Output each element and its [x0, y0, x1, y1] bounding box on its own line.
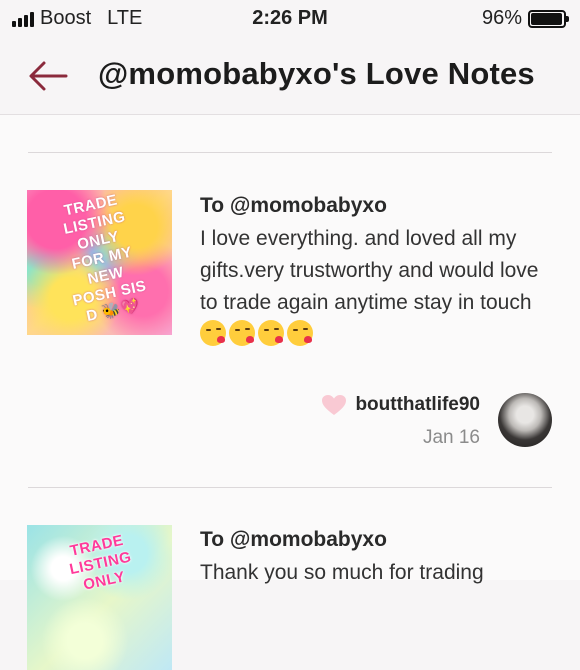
kiss-emoji-icon	[229, 320, 255, 346]
heart-icon	[322, 395, 347, 415]
note-recipient: To @momobabyxo	[200, 194, 387, 217]
note-date: Jan 16	[422, 427, 480, 448]
status-right: 96%	[481, 7, 569, 30]
note-text: I love everything. and loved all my gift…	[200, 227, 539, 314]
kiss-emoji-icon	[258, 320, 284, 346]
divider	[28, 487, 552, 488]
avatar[interactable]	[498, 393, 552, 447]
battery-percent: 96%	[481, 7, 522, 29]
note-body: Thank you so much for trading	[200, 557, 550, 589]
listing-thumbnail[interactable]: TRADE LISTING ONLY	[27, 525, 172, 670]
page-title: @momobabyxo's Love Notes	[98, 56, 535, 91]
battery-icon	[528, 9, 569, 28]
kiss-emoji-icon	[287, 320, 313, 346]
divider	[28, 152, 552, 153]
author-row: boutthatlife90	[321, 394, 480, 416]
kiss-emoji-icon	[200, 320, 226, 346]
nav-header: @momobabyxo's Love Notes	[0, 38, 580, 115]
listing-thumbnail[interactable]: TRADE LISTING ONLY FOR MY NEW POSH SIS D…	[27, 190, 172, 335]
author-username[interactable]: boutthatlife90	[355, 394, 480, 416]
note-recipient: To @momobabyxo	[200, 528, 387, 551]
note-text: Thank you so much for trading	[200, 561, 484, 584]
status-bar: Boost LTE 2:26 PM 96%	[0, 0, 580, 38]
back-button[interactable]	[26, 56, 70, 96]
note-body: I love everything. and loved all my gift…	[200, 223, 550, 351]
love-notes-list[interactable]: TRADE LISTING ONLY FOR MY NEW POSH SIS D…	[0, 115, 580, 670]
back-arrow-icon	[29, 61, 68, 91]
